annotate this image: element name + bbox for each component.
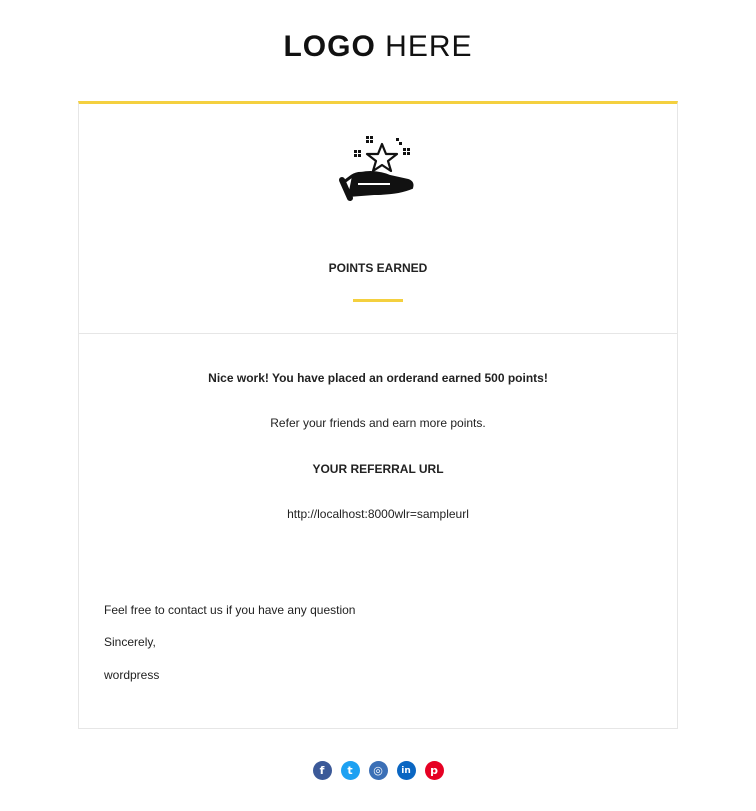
title-underline [353, 299, 403, 302]
referral-heading: YOUR REFERRAL URL [312, 462, 444, 476]
earned-message: Nice work! You have placed an orderand e… [208, 371, 548, 385]
logo: LOGO HERE [0, 30, 756, 64]
hand-star-icon [339, 136, 414, 201]
referral-url[interactable]: http://localhost:8000wlr=sampleurl [79, 507, 677, 521]
facebook-icon[interactable]: f [312, 761, 332, 780]
instagram-icon[interactable]: ◎ [368, 761, 388, 780]
pinterest-icon[interactable]: p [424, 761, 444, 780]
logo-light-text: HERE [385, 30, 473, 63]
refer-text: Refer your friends and earn more points. [270, 416, 486, 430]
linkedin-icon[interactable]: in [396, 761, 416, 780]
points-earned-title: POINTS EARNED [328, 261, 428, 275]
email-card: POINTS EARNED Nice work! You have placed… [78, 101, 678, 729]
logo-bold-text: LOGO [283, 30, 376, 63]
twitter-icon[interactable]: t [340, 761, 360, 780]
signature-text: wordpress [104, 668, 160, 682]
closing-text: Sincerely, [104, 635, 156, 649]
social-links: f t ◎ in p [0, 761, 756, 780]
contact-text: Feel free to contact us if you have any … [104, 603, 356, 617]
card-divider [79, 333, 677, 334]
